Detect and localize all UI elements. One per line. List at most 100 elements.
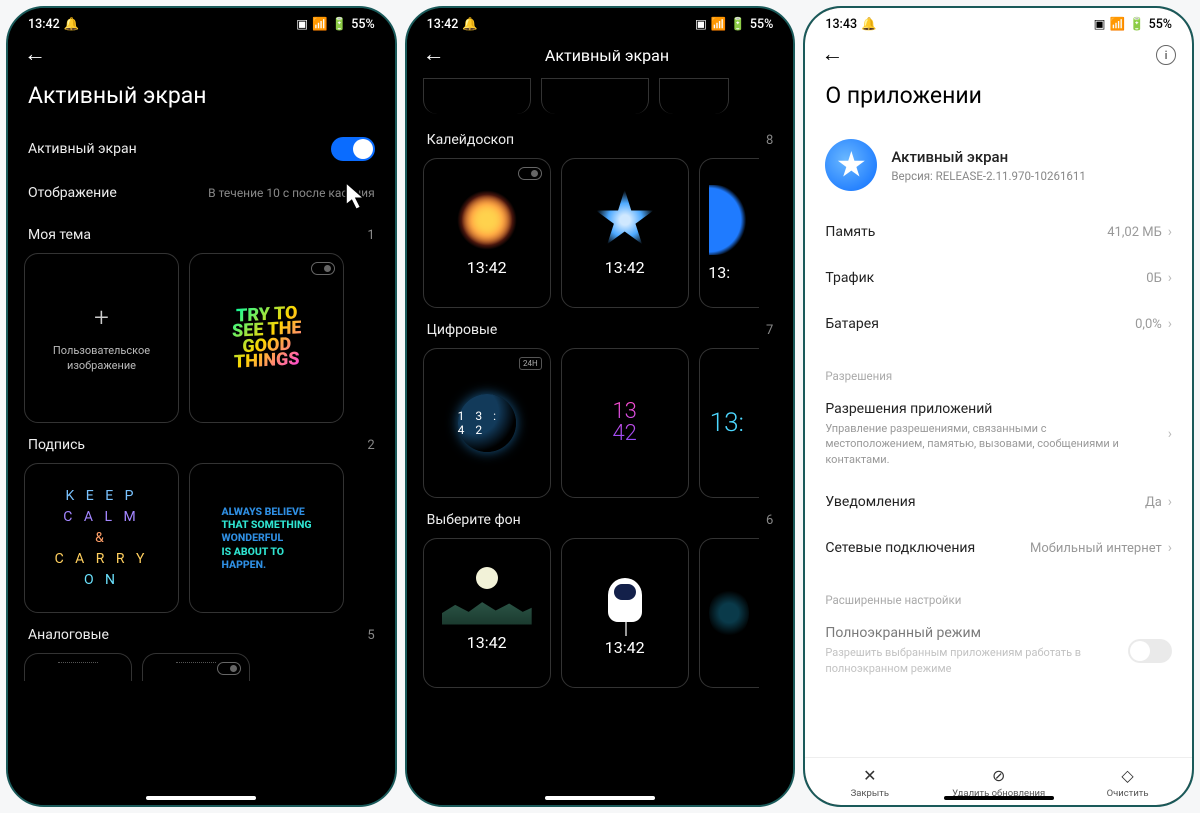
close-button[interactable]: ✕Закрыть xyxy=(805,766,934,799)
theme-art: ALWAYS BELIEVETHAT SOMETHINGWONDERFULIS … xyxy=(209,505,323,571)
cast-icon: ▣ xyxy=(695,16,707,32)
row-label: Уведомления xyxy=(825,494,915,510)
theme-card-peek[interactable] xyxy=(659,78,729,114)
fullscreen-row[interactable]: Полноэкранный режим Разрешить выбранным … xyxy=(805,613,1192,688)
row-value: Да xyxy=(1145,495,1162,510)
status-bar: 13:42🔔 ▣📶🔋55% xyxy=(8,8,395,36)
phone-2: 13:42🔔 ▣📶🔋55% ← Активный экран Калейдоск… xyxy=(405,6,796,807)
phone-3: 13:43🔔 ▣📶🔋55% ← i О приложении Активный … xyxy=(803,6,1194,807)
clear-button[interactable]: ◇ Очистить xyxy=(1063,766,1192,799)
back-button[interactable]: ← xyxy=(821,44,843,66)
status-bar: 13:42🔔 ▣📶🔋55% xyxy=(407,8,794,36)
row-value: Мобильный интернет xyxy=(1030,541,1162,556)
theme-card-goodthings[interactable]: TRY TOSEE THEGOODTHINGS xyxy=(189,253,344,423)
row-value: 41,02 МБ xyxy=(1107,225,1162,240)
selected-badge-icon xyxy=(217,662,241,675)
plus-icon: + xyxy=(94,303,109,333)
battery-row[interactable]: Батарея 0,0% › xyxy=(805,301,1192,347)
theme-card-peek[interactable] xyxy=(423,78,531,114)
section-label: Калейдоскоп xyxy=(427,132,514,148)
chevron-right-icon: › xyxy=(1168,224,1172,240)
theme-card-bg3[interactable] xyxy=(699,538,759,688)
forbid-icon: ⊘ xyxy=(992,766,1005,785)
home-indicator[interactable] xyxy=(146,796,256,800)
theme-art: TRY TOSEE THEGOODTHINGS xyxy=(232,306,301,371)
home-indicator[interactable] xyxy=(545,796,655,800)
battery-icon: 🔋 xyxy=(1129,17,1145,32)
wifi-icon: 📶 xyxy=(312,17,328,32)
theme-card-dig1[interactable]: 24H 1 3 : 4 2 xyxy=(423,348,551,498)
custom-image-card[interactable]: + Пользовательское изображение xyxy=(24,253,179,423)
cast-icon: ▣ xyxy=(296,16,308,32)
row-desc: Управление разрешениями, связанными с ме… xyxy=(825,421,1161,467)
chevron-right-icon: › xyxy=(1168,426,1172,442)
section-count: 5 xyxy=(367,628,374,643)
wifi-icon: 📶 xyxy=(711,17,727,32)
display-row[interactable]: Отображение В течение 10 с после касания xyxy=(24,173,379,213)
alarm-icon: 🔔 xyxy=(64,17,80,32)
theme-card-kal3[interactable]: 13: xyxy=(699,158,759,308)
notifications-row[interactable]: Уведомления Да › xyxy=(805,479,1192,525)
row-label: Батарея xyxy=(825,316,879,332)
setting-label: Отображение xyxy=(28,185,117,201)
theme-card-kal2[interactable]: 13:42 xyxy=(561,158,689,308)
status-time: 13:42 xyxy=(28,17,60,32)
delete-updates-button[interactable]: ⊘Удалить обновления xyxy=(934,766,1063,799)
traffic-row[interactable]: Трафик 0Б› xyxy=(805,255,1192,301)
app-icon xyxy=(825,139,877,191)
chevron-right-icon: › xyxy=(1168,494,1172,510)
section-count: 7 xyxy=(766,323,773,338)
app-permissions-row[interactable]: Разрешения приложений Управление разреше… xyxy=(805,389,1192,479)
theme-card-bg2[interactable]: 13:42 xyxy=(561,538,689,688)
info-button[interactable]: i xyxy=(1156,45,1176,65)
bb-label: Очистить xyxy=(1107,788,1149,799)
section-label: Цифровые xyxy=(427,322,498,338)
badge-24h: 24H xyxy=(519,357,542,370)
cast-icon: ▣ xyxy=(1094,16,1106,32)
card-time: 13:42 xyxy=(467,633,507,652)
theme-card-analog[interactable] xyxy=(24,653,132,681)
group-permissions: Разрешения xyxy=(805,347,1192,389)
status-bar: 13:43🔔 ▣📶🔋55% xyxy=(805,8,1192,36)
theme-card-bg1[interactable]: 13:42 xyxy=(423,538,551,688)
eraser-icon: ◇ xyxy=(1121,766,1133,785)
toggle-switch[interactable] xyxy=(331,137,375,161)
row-label: Разрешения приложений xyxy=(825,401,1161,417)
app-version: Версия: RELEASE-2.11.970-10261611 xyxy=(891,169,1085,183)
network-row[interactable]: Сетевые подключения Мобильный интернет › xyxy=(805,525,1192,571)
theme-art xyxy=(595,190,655,250)
wifi-icon: 📶 xyxy=(1109,17,1125,32)
row-value: 0Б xyxy=(1146,271,1162,286)
row-value: 0,0% xyxy=(1135,317,1162,332)
battery-pct: 55% xyxy=(750,17,773,32)
battery-pct: 55% xyxy=(351,17,374,32)
theme-card-dig2[interactable]: 1342 xyxy=(561,348,689,498)
prev-section-peek xyxy=(423,78,778,114)
theme-card-peek[interactable] xyxy=(541,78,649,114)
theme-card-analog[interactable] xyxy=(142,653,250,681)
back-button[interactable]: ← xyxy=(24,44,46,66)
home-indicator[interactable] xyxy=(944,796,1054,800)
phone-1: 13:42🔔 ▣📶🔋55% ← Активный экран Активный … xyxy=(6,6,397,807)
theme-card-kal1[interactable]: 13:42 xyxy=(423,158,551,308)
toggle-switch[interactable] xyxy=(1128,639,1172,663)
section-label: Моя тема xyxy=(28,227,91,243)
page-title: Активный экран xyxy=(8,78,395,125)
theme-card-keepcalm[interactable]: K E E PC A L M&C A R R YO N xyxy=(24,463,179,613)
section-my-theme: Моя тема 1 xyxy=(24,213,379,253)
theme-art: K E E PC A L M&C A R R YO N xyxy=(55,486,149,591)
section-digital: Цифровые 7 xyxy=(423,308,778,348)
memory-row[interactable]: Память 41,02 МБ › xyxy=(805,209,1192,255)
row-label: Сетевые подключения xyxy=(825,540,975,556)
theme-art xyxy=(600,570,650,630)
section-count: 1 xyxy=(367,228,374,243)
chevron-right-icon: › xyxy=(1168,316,1172,332)
card-time: 13: xyxy=(708,263,730,282)
theme-card-dig3[interactable]: 13: xyxy=(699,348,759,498)
theme-card-believe[interactable]: ALWAYS BELIEVETHAT SOMETHINGWONDERFULIS … xyxy=(189,463,344,613)
active-screen-toggle-row[interactable]: Активный экран xyxy=(24,125,379,173)
chevron-right-icon: › xyxy=(1168,540,1172,556)
battery-pct: 55% xyxy=(1149,17,1172,32)
back-button[interactable]: ← xyxy=(423,44,445,66)
row-label: Память xyxy=(825,224,875,240)
